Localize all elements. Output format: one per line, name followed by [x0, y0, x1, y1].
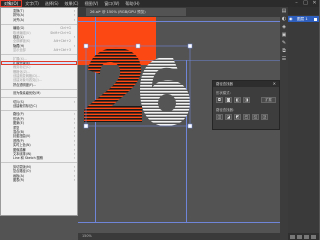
menu-item-label: 图表(R) — [13, 177, 25, 182]
menu-item-label: 对齐(A) — [13, 17, 25, 22]
menu-item-label: 扩展(X)... — [13, 56, 28, 61]
object-menu-dropdown: 变换(T) › 排列(A) › 对齐(A) › 编组(G) Ctrl+G 取消编组(U) Shif… — [0, 7, 78, 216]
expand-button[interactable]: 扩展 — [261, 97, 276, 103]
menu-item-label: 取消编组(U) — [13, 30, 31, 35]
outline-button[interactable]: ◱ — [252, 114, 259, 120]
layer-name: 图层 1 — [297, 17, 308, 21]
menu-item[interactable]: 创建裁切标记(C) — [1, 104, 77, 108]
new-layer-icon[interactable] — [297, 234, 302, 239]
submenu-arrow-icon: › — [73, 17, 75, 22]
minimize-button[interactable]: – — [292, 0, 301, 7]
menu-item-label: 编组(G) — [13, 26, 25, 31]
menu-item-label: 排列(A) — [13, 13, 25, 18]
unite-button[interactable]: ◘ — [216, 97, 223, 103]
maximize-button[interactable]: □ — [301, 0, 310, 7]
digit-two — [84, 47, 142, 122]
menu-object[interactable]: 对象(O) — [0, 0, 23, 7]
menu-item-label: 设为像素级优化(M) — [13, 91, 41, 96]
menu-separator — [1, 54, 77, 56]
merge-button[interactable]: ◩ — [234, 114, 241, 120]
pathfinders-label: 路径查找器： — [216, 108, 237, 112]
minus-back-button[interactable]: ◲ — [261, 114, 268, 120]
crop-button[interactable]: ◰ — [243, 114, 250, 120]
menu-item-label: 封套扭曲(V) — [13, 134, 31, 139]
intersect-button[interactable]: ◧ — [234, 97, 241, 103]
menu-item[interactable]: 对齐(A) › — [1, 18, 77, 22]
menu-item-label: 图像描摹 — [13, 147, 26, 152]
menu-item-label: 画板(A) — [13, 173, 25, 178]
menu-item-label: 拼合透明度(F)... — [13, 82, 37, 87]
menu-separator — [1, 162, 77, 164]
menu-window[interactable]: 窗口(W) — [101, 0, 122, 7]
menu-item-label: 实时上色(N) — [13, 143, 31, 148]
layers-icon[interactable]: ☰ — [280, 55, 288, 63]
layer-selection-indicator[interactable] — [314, 17, 317, 21]
artboards-icon[interactable]: ⧉ — [280, 47, 288, 55]
digit-six — [140, 57, 190, 126]
layers-panel-header — [288, 7, 319, 15]
menu-item-label: 复合路径(O) — [13, 169, 31, 174]
menu-item-label: Line 和 Sketch 图稿 — [13, 156, 43, 161]
menu-item-label: 显示全部 — [13, 48, 26, 53]
menu-item-shortcut: Alt+Ctrl+3 — [53, 48, 71, 53]
swatches-icon[interactable]: ◈ — [280, 23, 288, 31]
menu-view[interactable]: 视图(V) — [81, 0, 101, 7]
guide-line — [78, 21, 280, 22]
pathfinder-panel: 路径查找器 ✕ 形状模式： ◘ ◙ ◧ ◨ 扩展 路径查找器： ◫ ◪ ◩ ◰ … — [212, 80, 280, 130]
menu-item[interactable]: 拼合透明度(F)... — [1, 83, 77, 87]
menu-separator — [1, 109, 77, 111]
document-tab[interactable]: 26.ai* @ 150% (RGB/GPU 预览) — [86, 8, 186, 16]
exclude-button[interactable]: ◨ — [243, 97, 250, 103]
menu-item[interactable]: 图表(R) › — [1, 178, 77, 182]
layers-panel: ◉ 图层 1 — [288, 7, 319, 240]
clipping-mask-icon[interactable] — [304, 234, 309, 239]
shape-modes-label: 形状模式： — [216, 91, 233, 95]
panel-icon-strip: ▤ ◐ ◈ ▣ ✎ ⧉ ☰ — [280, 7, 288, 240]
menu-item[interactable]: Line 和 Sketch 图稿 › — [1, 156, 77, 160]
menu-separator — [1, 88, 77, 90]
trim-button[interactable]: ◪ — [225, 114, 232, 120]
menu-item[interactable]: 设为像素级优化(M) — [1, 91, 77, 95]
menu-bar: 对象(O) 文字(T) 选择(S) 效果(C) 视图(V) 窗口(W) 帮助(H… — [0, 0, 319, 7]
menu-type[interactable]: 文字(T) — [22, 0, 42, 7]
divide-button[interactable]: ◫ — [216, 114, 223, 120]
eye-icon[interactable]: ◉ — [289, 16, 293, 22]
close-icon[interactable]: ✕ — [273, 81, 276, 87]
menu-item[interactable]: 显示全部 Alt+Ctrl+3 — [1, 48, 77, 52]
properties-icon[interactable]: ▤ — [280, 7, 288, 15]
document-tab-bar: 26.ai* @ 150% (RGB/GPU 预览) — [78, 7, 280, 17]
pathfinder-title[interactable]: 路径查找器 — [213, 81, 279, 87]
menu-item-label: 创建裁切标记(C) — [13, 104, 37, 109]
guide-line — [78, 222, 280, 223]
menu-effect[interactable]: 效果(C) — [62, 0, 82, 7]
menu-item-label: 裁剪标记(C) — [13, 65, 31, 70]
status-bar-zoom[interactable]: 150% — [78, 233, 280, 240]
close-window-button[interactable]: ✕ — [310, 0, 319, 7]
brushes-icon[interactable]: ✎ — [280, 39, 288, 47]
submenu-arrow-icon: › — [73, 177, 75, 182]
menu-item-label: 路径(P) — [13, 112, 24, 117]
menu-separator — [1, 23, 77, 25]
pathfinder-icon[interactable]: ▣ — [280, 31, 288, 39]
menu-item-label: 创建对象马赛克(J)... — [13, 78, 42, 83]
new-sublayer-icon[interactable] — [290, 234, 295, 239]
menu-help[interactable]: 帮助(H) — [122, 0, 142, 7]
menu-item-label: 图案(E) — [13, 121, 24, 126]
menu-select[interactable]: 选择(S) — [42, 0, 62, 7]
layers-panel-footer — [288, 233, 319, 240]
menu-item-label: 重复 — [13, 125, 20, 130]
minus-front-button[interactable]: ◙ — [225, 97, 232, 103]
appearance-icon[interactable]: ◐ — [280, 15, 288, 23]
trash-icon[interactable] — [311, 234, 316, 239]
menu-separator — [1, 97, 77, 99]
layer-row[interactable]: ◉ 图层 1 — [288, 16, 319, 22]
submenu-arrow-icon: › — [73, 156, 75, 161]
menu-item-label: 全部解锁(K) — [13, 39, 31, 44]
artwork-26[interactable] — [78, 40, 208, 170]
